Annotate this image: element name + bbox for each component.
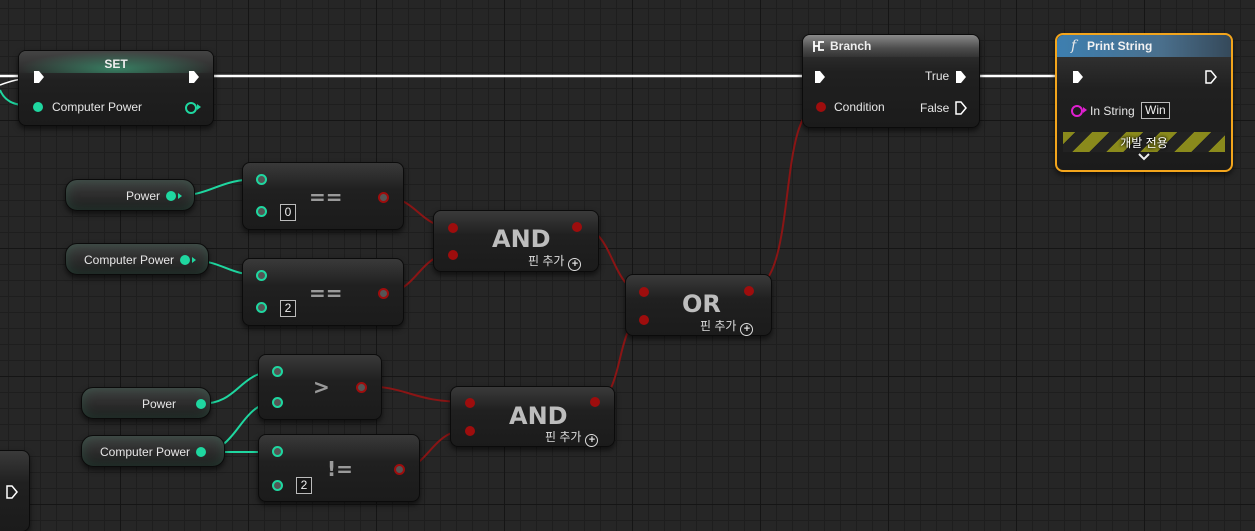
- equal-node-2[interactable]: 2 ==: [242, 258, 404, 326]
- gt-operator: >: [313, 375, 330, 399]
- print-string-node[interactable]: Print String f In String Win 개발 전용: [1055, 33, 1233, 172]
- exec-in-pin[interactable]: [814, 70, 826, 84]
- computer-power-label: Computer Power: [100, 445, 191, 459]
- condition-label: Condition: [834, 100, 885, 114]
- bool-out-pin[interactable]: [590, 397, 600, 407]
- function-icon: f: [1071, 38, 1077, 54]
- bool-out-pin[interactable]: [378, 288, 389, 299]
- float-in-pin-b[interactable]: [272, 480, 283, 491]
- or-add-pin[interactable]: 핀 추가 +: [700, 317, 754, 336]
- float-in-pin-a[interactable]: [272, 446, 283, 457]
- plus-icon[interactable]: +: [740, 323, 754, 336]
- false-label: False: [920, 101, 950, 115]
- eq1-value-field[interactable]: 0: [280, 204, 296, 221]
- bool-in-pin-a[interactable]: [448, 223, 458, 233]
- and-node-1[interactable]: AND 핀 추가 +: [433, 210, 599, 272]
- power-var-2[interactable]: Power: [81, 387, 211, 419]
- not-equal-node[interactable]: 2 !=: [258, 434, 420, 502]
- blueprint-graph[interactable]: SET Computer Power Branch True Condition…: [0, 0, 1255, 531]
- and-node-2[interactable]: AND 핀 추가 +: [450, 386, 615, 447]
- bool-in-pin-b[interactable]: [448, 250, 458, 260]
- eq2-operator: ==: [309, 281, 343, 305]
- computer-power-label: Computer Power: [84, 253, 175, 267]
- float-in-pin-b[interactable]: [256, 302, 267, 313]
- float-out-pin[interactable]: [196, 447, 206, 457]
- float-out-arrow: [178, 193, 182, 199]
- plus-icon[interactable]: +: [568, 258, 582, 271]
- float-in-pin-b[interactable]: [256, 206, 267, 217]
- bool-in-pin-a[interactable]: [639, 287, 649, 297]
- exec-in-pin[interactable]: [33, 70, 45, 84]
- float-in-pin-a[interactable]: [256, 270, 267, 281]
- greater-node[interactable]: >: [258, 354, 382, 420]
- float-out-pin[interactable]: [185, 102, 197, 114]
- and1-add-pin[interactable]: 핀 추가 +: [528, 252, 582, 271]
- print-string-title: Print String: [1057, 35, 1231, 57]
- add-pin-label: 핀 추가: [545, 430, 582, 444]
- and2-title: AND: [509, 402, 568, 430]
- exec-in-pin[interactable]: [1072, 70, 1084, 84]
- false-exec-pin[interactable]: [955, 101, 967, 115]
- or-title: OR: [682, 290, 721, 318]
- float-in-pin[interactable]: [33, 102, 43, 112]
- bool-in-pin-a[interactable]: [465, 398, 475, 408]
- float-out-pin[interactable]: [166, 191, 176, 201]
- and1-title: AND: [492, 225, 551, 253]
- bool-out-pin[interactable]: [744, 286, 754, 296]
- exec-out-pin[interactable]: [1205, 70, 1217, 84]
- bool-out-pin[interactable]: [378, 192, 389, 203]
- computer-power-var-2[interactable]: Computer Power: [81, 435, 225, 467]
- add-pin-label: 핀 추가: [528, 254, 565, 268]
- branch-node[interactable]: Branch True Condition False: [802, 34, 980, 128]
- power-var-1[interactable]: Power: [65, 179, 195, 211]
- dev-only-label: 개발 전용: [1120, 136, 1168, 150]
- plus-icon[interactable]: +: [585, 434, 599, 447]
- set-var-label: Computer Power: [52, 100, 143, 114]
- condition-pin[interactable]: [816, 102, 826, 112]
- in-string-value[interactable]: Win: [1141, 102, 1170, 119]
- bool-out-pin[interactable]: [356, 382, 367, 393]
- string-in-pin[interactable]: [1071, 105, 1083, 117]
- true-exec-pin[interactable]: [955, 70, 967, 84]
- true-label: True: [925, 69, 950, 83]
- set-node[interactable]: SET Computer Power: [18, 50, 214, 126]
- float-in-pin-a[interactable]: [272, 366, 283, 377]
- branch-icon: [813, 41, 824, 52]
- in-string-label: In String: [1090, 104, 1135, 118]
- eq2-value-field[interactable]: 2: [280, 300, 296, 317]
- float-in-pin-b[interactable]: [272, 397, 283, 408]
- partial-node[interactable]: [0, 450, 30, 531]
- float-in-pin-a[interactable]: [256, 174, 267, 185]
- ne-value-field[interactable]: 2: [296, 477, 312, 494]
- or-node[interactable]: OR 핀 추가 +: [625, 274, 772, 336]
- string-in-arrow: [1083, 107, 1087, 113]
- bool-in-pin-b[interactable]: [639, 315, 649, 325]
- ne-operator: !=: [327, 457, 353, 481]
- float-out-pin[interactable]: [180, 255, 190, 265]
- float-out-arrow: [197, 104, 201, 110]
- power-label: Power: [142, 397, 177, 411]
- exec-out-pin[interactable]: [188, 70, 200, 84]
- float-out-pin[interactable]: [196, 399, 206, 409]
- chevron-down-icon[interactable]: [1138, 153, 1150, 161]
- set-node-title: SET: [19, 51, 213, 73]
- add-pin-label: 핀 추가: [700, 319, 737, 333]
- bool-out-pin[interactable]: [394, 464, 405, 475]
- branch-node-title: Branch: [803, 35, 979, 57]
- and2-add-pin[interactable]: 핀 추가 +: [545, 428, 599, 447]
- bool-out-pin[interactable]: [572, 222, 582, 232]
- equal-node-1[interactable]: 0 ==: [242, 162, 404, 230]
- eq1-operator: ==: [309, 185, 343, 209]
- float-out-arrow: [192, 257, 196, 263]
- exec-out-icon[interactable]: [6, 485, 18, 499]
- bool-wire-or-branch: [748, 105, 821, 291]
- bool-in-pin-b[interactable]: [465, 426, 475, 436]
- power-label: Power: [126, 189, 161, 203]
- computer-power-var-1[interactable]: Computer Power: [65, 243, 209, 275]
